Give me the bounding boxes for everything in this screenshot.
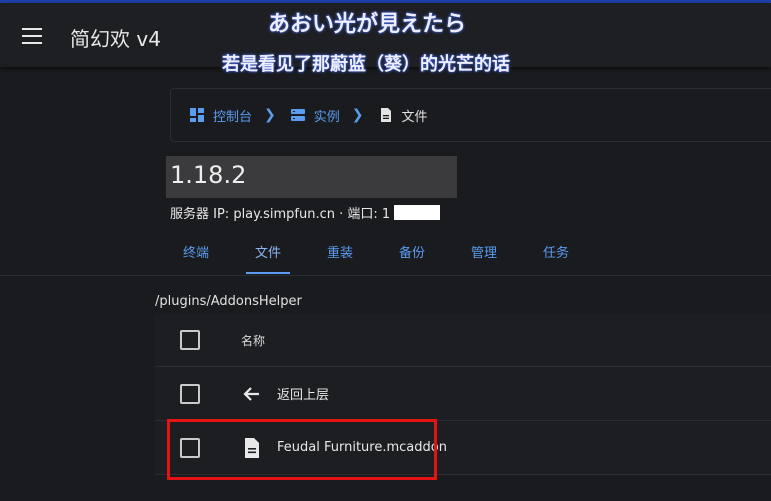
tab-terminal[interactable]: 终端 (160, 236, 232, 276)
table-row-parent[interactable]: 返回上层 (155, 367, 771, 421)
row-checkbox[interactable] (180, 437, 200, 458)
table-header-row: 名称 (155, 314, 771, 367)
back-label: 返回上层 (277, 388, 330, 403)
overlay-caption-japanese: あおい光が見えたら (268, 12, 467, 37)
dashboard-icon (190, 108, 204, 122)
row-checkbox[interactable] (180, 383, 200, 404)
file-table: 名称 返回上层 Feudal Furniture.mcaddon (155, 314, 771, 475)
breadcrumb-instances[interactable]: 实例 (290, 106, 340, 125)
menu-icon[interactable] (22, 28, 42, 44)
file-name: Feudal Furniture.mcaddon (277, 440, 447, 455)
breadcrumb-label: 控制台 (213, 109, 253, 125)
instance-name: 1.18.2 (170, 161, 247, 189)
breadcrumb-label: 文件 (401, 109, 428, 125)
current-path: /plugins/AddonsHelper (155, 294, 302, 309)
server-info-text: 服务器 IP: play.simpfun.cn · 端口: 1 (170, 207, 391, 222)
tab-backup[interactable]: 备份 (376, 236, 448, 276)
breadcrumb-files: 文件 (378, 106, 428, 125)
tabs-divider (0, 275, 771, 276)
server-icon (290, 109, 305, 121)
instance-tabs: 终端 文件 重装 备份 管理 任务 (160, 236, 592, 276)
breadcrumb-label: 实例 (313, 109, 340, 125)
instance-name-field[interactable]: 1.18.2 (166, 156, 457, 198)
server-info: 服务器 IP: play.simpfun.cn · 端口: 1 (170, 203, 441, 222)
chevron-right-icon: ❯ (351, 107, 364, 123)
file-icon (245, 437, 259, 458)
back-to-parent[interactable]: 返回上层 (241, 383, 329, 405)
breadcrumb: 控制台 ❯ 实例 ❯ 文件 (170, 88, 771, 142)
column-header-name: 名称 (241, 333, 266, 348)
tab-reinstall[interactable]: 重装 (304, 236, 376, 276)
table-row[interactable]: Feudal Furniture.mcaddon (155, 421, 771, 475)
overlay-caption-chinese: 若是看见了那蔚蓝（葵）的光芒的话 (222, 54, 510, 75)
breadcrumb-dashboard[interactable]: 控制台 (189, 106, 252, 125)
file-name-cell[interactable]: Feudal Furniture.mcaddon (241, 437, 447, 459)
tab-files[interactable]: 文件 (232, 236, 304, 276)
arrow-left-icon (243, 386, 259, 401)
chevron-right-icon: ❯ (264, 107, 276, 123)
select-all-checkbox[interactable] (180, 330, 200, 350)
tab-manage[interactable]: 管理 (448, 236, 520, 276)
app-title: 简幻欢 v4 (70, 27, 161, 51)
file-icon (380, 108, 391, 122)
tab-tasks[interactable]: 任务 (520, 236, 592, 276)
port-redaction (394, 205, 441, 220)
